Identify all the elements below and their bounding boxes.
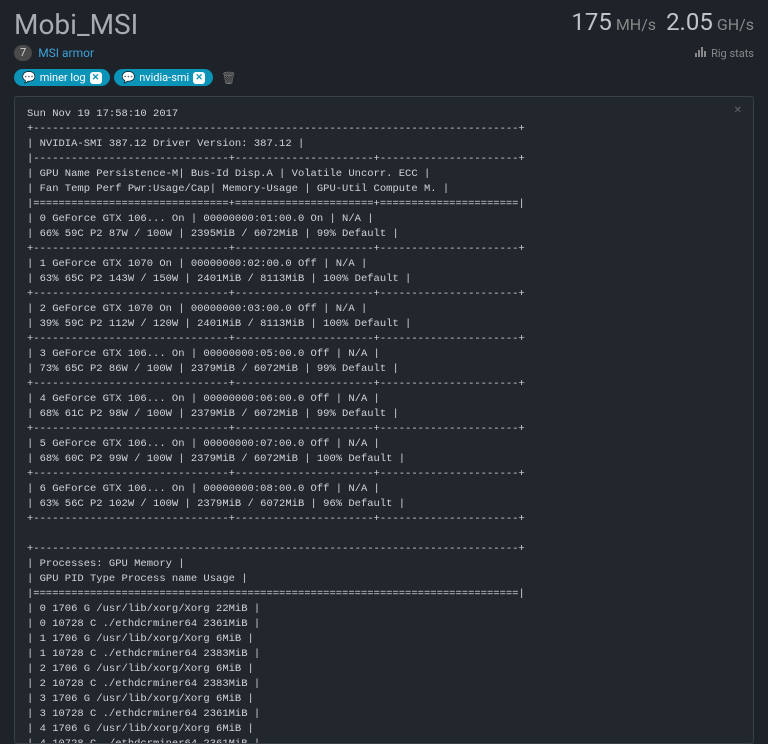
rig-model-link[interactable]: MSI armor [38, 46, 94, 60]
pill-label: miner log [40, 71, 86, 84]
rig-stats-link[interactable]: Rig stats [695, 47, 754, 60]
bar-chart-icon [695, 47, 707, 60]
stat1-unit: MH/s [616, 15, 656, 34]
chat-icon: 💬 [22, 71, 36, 84]
pill-nvidia-smi[interactable]: 💬 nvidia-smi ✕ [114, 69, 214, 86]
close-icon[interactable]: ✕ [90, 72, 102, 84]
pill-miner-log[interactable]: 💬 miner log ✕ [14, 69, 110, 86]
stat2-unit: GH/s [717, 15, 754, 34]
page-title: Mobi_MSI [14, 8, 138, 41]
rig-stats-label: Rig stats [711, 47, 754, 60]
stat2-value: 2.05 [666, 8, 713, 36]
hashrate-stats: 175 MH/s 2.05 GH/s [571, 8, 754, 36]
stat1-value: 175 [571, 8, 611, 36]
gpu-count-badge: 7 [14, 45, 32, 61]
terminal-output: Sun Nov 19 17:58:10 2017 +--------------… [27, 107, 741, 744]
close-icon[interactable]: ✕ [734, 105, 743, 116]
close-icon[interactable]: ✕ [193, 72, 205, 84]
pill-label: nvidia-smi [139, 71, 189, 84]
chat-icon: 💬 [122, 71, 136, 84]
terminal-panel: ✕ Sun Nov 19 17:58:10 2017 +------------… [14, 96, 754, 744]
trash-icon[interactable]: 🗑 [221, 71, 236, 85]
